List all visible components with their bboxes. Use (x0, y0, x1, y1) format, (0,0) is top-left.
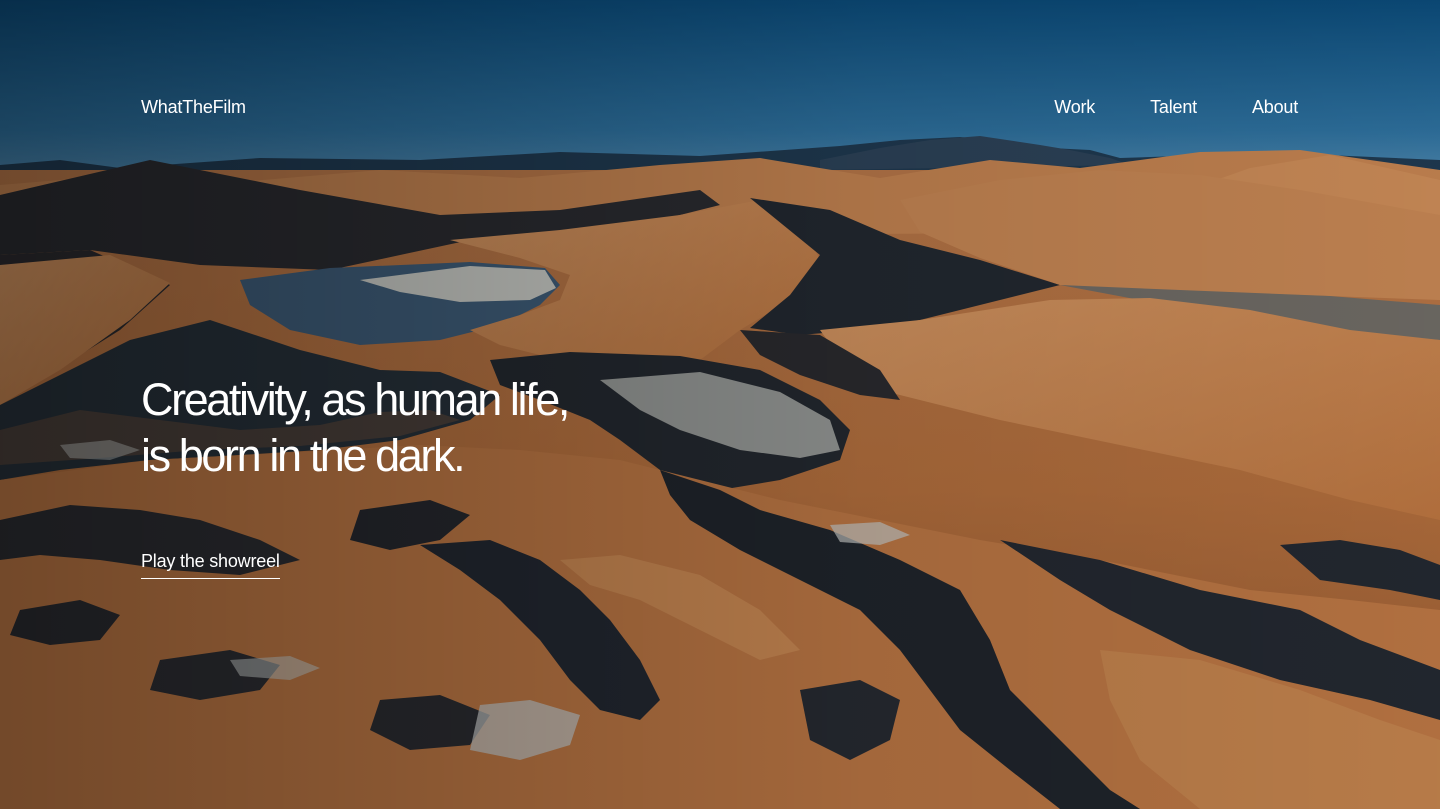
nav-link-talent[interactable]: Talent (1150, 97, 1197, 118)
hero-headline-line-2: is born in the dark. (141, 430, 466, 481)
nav-link-work[interactable]: Work (1054, 97, 1095, 118)
main-nav: Work Talent About (1054, 97, 1298, 118)
site-logo[interactable]: WhatTheFilm (141, 97, 246, 118)
hero-headline-line-1: Creativity, as human life, (141, 374, 570, 425)
hero-section: WhatTheFilm Work Talent About Creativity… (0, 0, 1440, 809)
play-showreel-link[interactable]: Play the showreel (141, 551, 280, 579)
site-header: WhatTheFilm Work Talent About (141, 93, 1298, 121)
hero-headline: Creativity, as human life, is born in th… (141, 372, 841, 484)
nav-link-about[interactable]: About (1252, 97, 1298, 118)
